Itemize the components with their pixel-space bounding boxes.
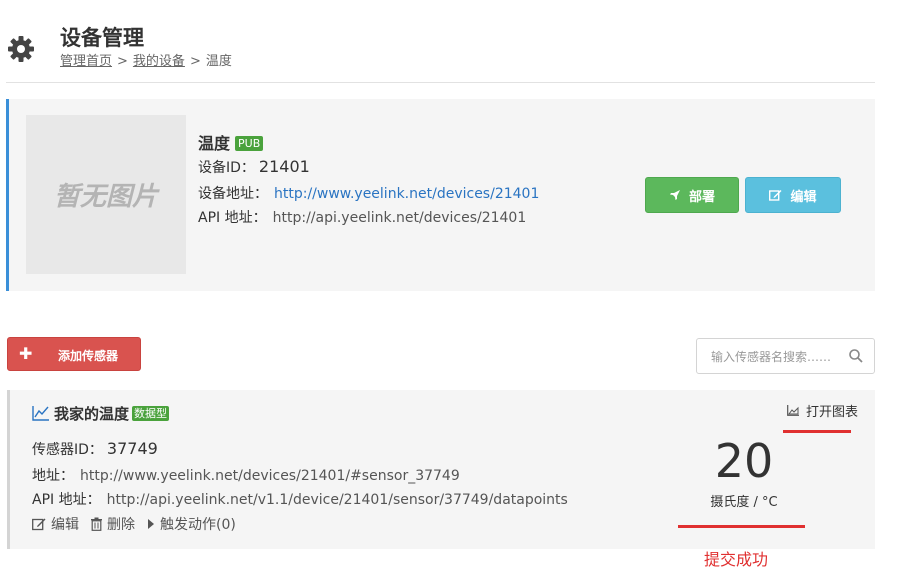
trash-icon [91, 517, 102, 531]
annotation-text: 提交成功 [704, 550, 769, 569]
breadcrumb-current: 温度 [205, 54, 232, 69]
device-id-value: 21401 [258, 157, 310, 176]
add-sensor-button[interactable]: ✚ 添加传感器 [7, 337, 141, 371]
sensor-name-text: 我家的温度 [54, 405, 130, 423]
breadcrumb-home-link[interactable]: 管理首页 [60, 54, 112, 69]
edit-icon [769, 190, 782, 201]
device-api-row: API 地址： http://api.yeelink.net/devices/21… [198, 207, 526, 227]
breadcrumb-my-devices-link[interactable]: 我的设备 [133, 54, 185, 69]
trigger-actions-label: 触发动作(0) [160, 517, 236, 533]
device-name-text: 温度 [198, 134, 231, 153]
pub-badge: PUB [235, 136, 264, 151]
edit-sensor-label: 编辑 [51, 517, 79, 533]
device-card: 暂无图片 温度 PUB 设备ID： 21401 设备地址： http://www.ye… [6, 99, 875, 291]
caret-right-icon [148, 519, 154, 529]
edit-device-button[interactable]: 编辑 [745, 177, 841, 213]
sensor-value: 20 [714, 434, 774, 488]
plus-icon: ✚ [19, 344, 33, 363]
device-api-value: http://api.yeelink.net/devices/21401 [272, 210, 527, 226]
device-name: 温度 PUB [198, 130, 264, 154]
device-address-link[interactable]: http://www.yeelink.net/devices/21401 [274, 186, 539, 202]
sensor-id-row: 传感器ID： 37749 [32, 439, 158, 459]
edit-device-button-label: 编辑 [790, 189, 817, 205]
sensor-unit: 摄氏度 / °C [710, 495, 778, 510]
open-chart-link[interactable]: 打开图表 [787, 401, 858, 420]
annotation-underline-chart [783, 430, 851, 433]
annotation-underline-value [678, 525, 805, 528]
sensor-address-label: 地址： [32, 468, 74, 484]
area-chart-icon [787, 405, 799, 416]
open-chart-label: 打开图表 [806, 405, 859, 420]
sensor-api-row: API 地址： http://api.yeelink.net/v1.1/devic… [32, 489, 568, 509]
sensor-api-label: API 地址： [32, 492, 101, 508]
sensor-search-input[interactable] [709, 347, 853, 367]
edit-sensor-link[interactable]: 编辑 [32, 514, 79, 534]
sensor-api-value: http://api.yeelink.net/v1.1/device/21401… [106, 492, 568, 508]
device-api-label: API 地址： [198, 210, 267, 226]
no-image-text: 暂无图片 [53, 182, 158, 212]
trigger-actions-link[interactable]: 触发动作(0) [146, 514, 236, 534]
breadcrumb-separator: > [117, 54, 128, 69]
sensor-id-value: 37749 [106, 439, 158, 458]
data-type-badge: 数据型 [132, 406, 170, 421]
edit-icon [32, 518, 46, 531]
header-divider [6, 82, 875, 83]
device-id-row: 设备ID： 21401 [198, 157, 310, 177]
deploy-button-label: 部署 [688, 189, 715, 205]
rocket-icon [669, 190, 680, 200]
deploy-button[interactable]: 部署 [645, 177, 739, 213]
breadcrumb: 管理首页 > 我的设备 > 温度 [60, 50, 232, 69]
device-image-placeholder: 暂无图片 [26, 115, 186, 274]
gear-icon [8, 36, 34, 62]
sensor-address-value: http://www.yeelink.net/devices/21401/#se… [80, 468, 460, 484]
sensor-name: 我家的温度 数据型 [54, 403, 170, 424]
sensor-address-row: 地址： http://www.yeelink.net/devices/21401/… [32, 465, 460, 485]
sensor-actions: 编辑 删除 触发动作(0) [32, 514, 247, 534]
device-address-row: 设备地址： http://www.yeelink.net/devices/2140… [198, 183, 539, 203]
delete-sensor-label: 删除 [107, 517, 135, 533]
add-sensor-label: 添加传感器 [58, 349, 119, 363]
device-id-label: 设备ID： [198, 160, 255, 176]
page-title: 设备管理 [60, 26, 144, 50]
breadcrumb-separator: > [189, 54, 201, 69]
sensor-search-box [696, 338, 875, 374]
sensor-id-label: 传感器ID： [32, 442, 103, 458]
search-icon[interactable] [848, 348, 864, 364]
device-address-label: 设备地址： [198, 186, 268, 202]
delete-sensor-link[interactable]: 删除 [90, 514, 135, 534]
line-chart-icon [32, 406, 49, 421]
